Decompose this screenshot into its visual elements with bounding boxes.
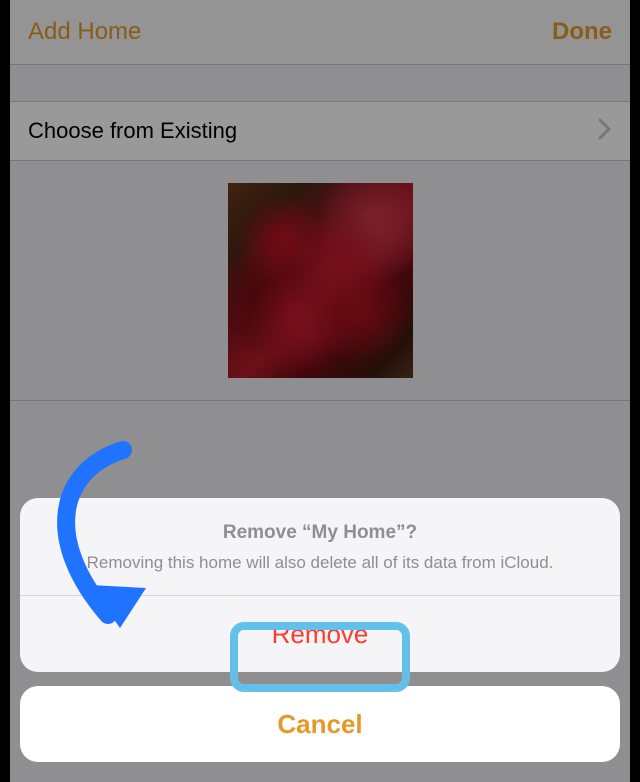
spacer (10, 65, 630, 101)
wallpaper-thumbnail-area (10, 161, 630, 401)
action-sheet-header: Remove “My Home”? Removing this home wil… (20, 498, 620, 596)
remove-button[interactable]: Remove (20, 596, 620, 672)
chevron-right-icon (598, 115, 612, 147)
wallpaper-thumbnail[interactable] (228, 183, 413, 378)
action-sheet-message: Removing this home will also delete all … (48, 552, 592, 575)
page-title: Add Home (28, 18, 141, 46)
nav-bar: Add Home Done (10, 0, 630, 65)
choose-existing-label: Choose from Existing (28, 118, 237, 144)
choose-existing-row[interactable]: Choose from Existing (10, 101, 630, 161)
done-button[interactable]: Done (552, 18, 612, 46)
action-sheet-title: Remove “My Home”? (48, 522, 592, 544)
action-sheet: Remove “My Home”? Removing this home wil… (20, 498, 620, 762)
cancel-button[interactable]: Cancel (20, 686, 620, 762)
action-sheet-panel: Remove “My Home”? Removing this home wil… (20, 498, 620, 672)
